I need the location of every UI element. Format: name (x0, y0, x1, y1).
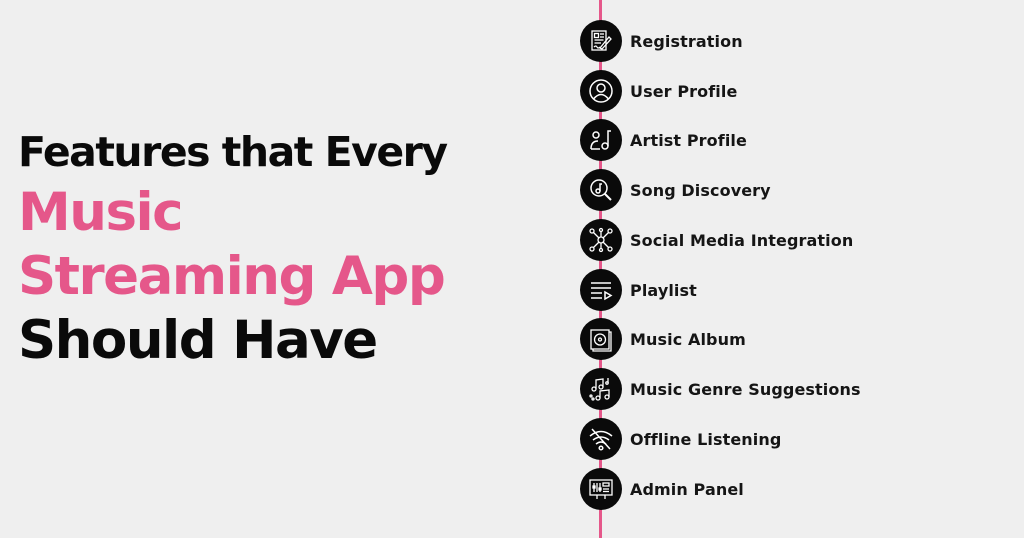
music-search-icon (580, 169, 622, 211)
feature-item-artist-profile: Artist Profile (580, 119, 747, 161)
music-notes-icon (580, 368, 622, 410)
feature-item-offline-listening: Offline Listening (580, 418, 781, 460)
user-profile-icon (580, 70, 622, 112)
feature-item-admin-panel: Admin Panel (580, 468, 744, 510)
registration-form-icon (580, 20, 622, 62)
feature-item-social-media-integration: Social Media Integration (580, 219, 853, 261)
feature-label: Music Album (630, 329, 746, 349)
feature-label: Playlist (630, 280, 697, 300)
headline-line-2: Music (18, 182, 184, 243)
feature-label: Social Media Integration (630, 230, 854, 250)
album-disc-icon (580, 318, 622, 360)
feature-label: Artist Profile (630, 130, 747, 150)
headline: Features that Every Music Streaming App … (18, 123, 448, 373)
feature-label: Song Discovery (630, 180, 771, 200)
playlist-icon (580, 269, 622, 311)
feature-label: Admin Panel (630, 479, 744, 499)
feature-item-registration: Registration (580, 20, 743, 62)
feature-item-user-profile: User Profile (580, 70, 737, 112)
headline-line-3: Streaming App (18, 246, 446, 307)
feature-item-music-genre-suggestions: Music Genre Suggestions (580, 368, 861, 410)
feature-label: Offline Listening (630, 429, 782, 449)
headline-line-1: Features that Every (18, 128, 448, 176)
feature-item-music-album: Music Album (580, 318, 746, 360)
network-hub-icon (580, 219, 622, 261)
feature-label: Music Genre Suggestions (630, 379, 861, 399)
feature-label: User Profile (630, 81, 738, 101)
headline-line-4: Should Have (18, 310, 378, 371)
feature-label: Registration (630, 31, 743, 51)
feature-item-playlist: Playlist (580, 269, 697, 311)
admin-panel-icon (580, 468, 622, 510)
wifi-off-icon (580, 418, 622, 460)
feature-item-song-discovery: Song Discovery (580, 169, 771, 211)
artist-music-note-icon (580, 119, 622, 161)
